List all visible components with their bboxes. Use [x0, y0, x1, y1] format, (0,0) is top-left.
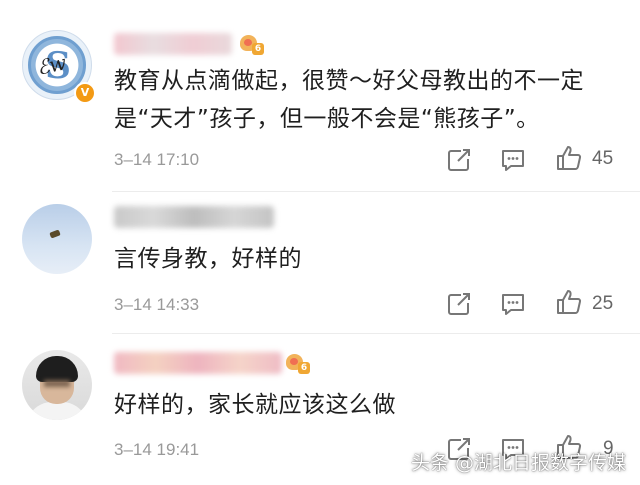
comment-timestamp: 3–14 14:33 — [114, 295, 200, 314]
avatar[interactable] — [22, 350, 92, 420]
level-number: 6 — [252, 43, 264, 55]
share-icon — [448, 293, 470, 315]
comment-icon — [502, 294, 524, 315]
share-icon — [448, 149, 470, 171]
like-icon — [557, 146, 582, 170]
comment-item-1: S ℰw V 6 教育从点滴做起，很赞～好父母教出的不一定 是“天才”孩子，但一… — [0, 0, 640, 190]
comment-text-line: 好样的，家长就应该这么做 — [114, 392, 396, 418]
share-button[interactable] — [445, 146, 473, 174]
comment-text-line: 言传身教，好样的 — [114, 246, 302, 272]
avatar-shirt — [26, 402, 88, 420]
share-button[interactable] — [445, 290, 473, 318]
level-badge-icon: 6 — [286, 353, 310, 375]
username-blurred[interactable] — [114, 33, 232, 55]
kite-shape — [49, 229, 61, 239]
username-blurred[interactable] — [114, 352, 282, 374]
avatar[interactable] — [22, 204, 92, 274]
like-button[interactable] — [555, 144, 583, 172]
verified-badge-icon: V — [74, 82, 96, 104]
source-watermark: 头条 @湖北日报数字传媒 — [410, 452, 626, 474]
avatar-eyes-blurred — [44, 380, 70, 387]
like-icon — [557, 290, 582, 314]
like-count: 45 — [592, 148, 614, 169]
comment-text-line: 是“天才”孩子，但一般不会是“熊孩子”。 — [114, 106, 540, 132]
username-blurred[interactable] — [114, 206, 274, 228]
level-number: 6 — [298, 362, 310, 374]
comment-item-2: 言传身教，好样的 3–14 14:33 25 — [0, 192, 640, 332]
comment-timestamp: 3–14 17:10 — [114, 150, 200, 169]
comment-button[interactable] — [499, 146, 527, 174]
avatar-hair — [36, 356, 78, 382]
like-count: 25 — [592, 293, 614, 314]
level-badge-icon: 6 — [240, 34, 264, 56]
like-button[interactable] — [555, 288, 583, 316]
comment-text-line: 教育从点滴做起，很赞～好父母教出的不一定 — [114, 68, 584, 94]
comment-timestamp: 3–14 19:41 — [114, 440, 200, 459]
comment-icon — [502, 150, 524, 171]
comment-text: 教育从点滴做起，很赞～好父母教出的不一定 是“天才”孩子，但一般不会是“熊孩子”… — [114, 62, 624, 138]
comment-button[interactable] — [499, 290, 527, 318]
comment-text: 言传身教，好样的 — [114, 240, 624, 278]
comment-text: 好样的，家长就应该这么做 — [114, 386, 624, 424]
